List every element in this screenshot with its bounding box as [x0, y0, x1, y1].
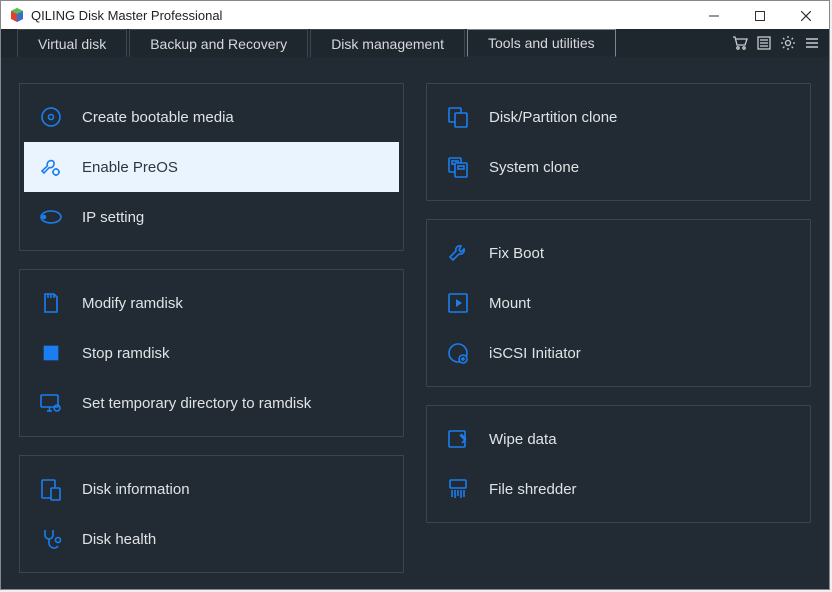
item-iscsi-initiator[interactable]: iSCSI Initiator: [431, 328, 806, 378]
item-set-temp-ramdisk[interactable]: Set temporary directory to ramdisk: [24, 378, 399, 428]
item-wipe-data[interactable]: Wipe data: [431, 414, 806, 464]
item-modify-ramdisk[interactable]: Modify ramdisk: [24, 278, 399, 328]
menu-icon[interactable]: [803, 34, 821, 52]
app-window: QILING Disk Master Professional Virtual …: [0, 0, 830, 590]
tab-virtual-disk[interactable]: Virtual disk: [17, 29, 127, 57]
shredder-icon: [445, 476, 471, 502]
cart-icon[interactable]: [731, 34, 749, 52]
item-label: Disk/Partition clone: [489, 109, 617, 126]
app-title: QILING Disk Master Professional: [31, 8, 222, 23]
item-label: Enable PreOS: [82, 159, 178, 176]
drive-info-icon: [38, 476, 64, 502]
item-enable-preos[interactable]: Enable PreOS: [24, 142, 399, 192]
tab-tools-utilities[interactable]: Tools and utilities: [467, 29, 616, 57]
wrench-icon: [445, 240, 471, 266]
content-area: Create bootable media Enable PreOS IP se…: [1, 57, 829, 589]
item-label: IP setting: [82, 209, 144, 226]
item-file-shredder[interactable]: File shredder: [431, 464, 806, 514]
tab-disk-management[interactable]: Disk management: [310, 29, 465, 57]
item-label: File shredder: [489, 481, 577, 498]
item-label: Mount: [489, 295, 531, 312]
stop-icon: [38, 340, 64, 366]
item-create-bootable-media[interactable]: Create bootable media: [24, 92, 399, 142]
item-label: Stop ramdisk: [82, 345, 170, 362]
app-icon: [9, 7, 25, 23]
titlebar: QILING Disk Master Professional: [1, 1, 829, 29]
stethoscope-icon: [38, 526, 64, 552]
item-ip-setting[interactable]: IP setting: [24, 192, 399, 242]
list-icon[interactable]: [755, 34, 773, 52]
item-disk-partition-clone[interactable]: Disk/Partition clone: [431, 92, 806, 142]
item-system-clone[interactable]: System clone: [431, 142, 806, 192]
item-disk-health[interactable]: Disk health: [24, 514, 399, 564]
item-label: Disk health: [82, 531, 156, 548]
system-clone-icon: [445, 154, 471, 180]
tabbar: Virtual disk Backup and Recovery Disk ma…: [1, 29, 829, 57]
disc-icon: [38, 104, 64, 130]
item-label: System clone: [489, 159, 579, 176]
window-controls: [691, 1, 829, 31]
group-ramdisk: Modify ramdisk Stop ramdisk Set temporar…: [19, 269, 404, 437]
tab-backup-recovery[interactable]: Backup and Recovery: [129, 29, 308, 57]
item-fix-boot[interactable]: Fix Boot: [431, 228, 806, 278]
group-diskinfo: Disk information Disk health: [19, 455, 404, 573]
item-label: Fix Boot: [489, 245, 544, 262]
clone-icon: [445, 104, 471, 130]
item-label: Set temporary directory to ramdisk: [82, 395, 311, 412]
left-column: Create bootable media Enable PreOS IP se…: [19, 83, 404, 573]
item-mount[interactable]: Mount: [431, 278, 806, 328]
minimize-button[interactable]: [691, 1, 737, 31]
item-label: Create bootable media: [82, 109, 234, 126]
group-boot: Create bootable media Enable PreOS IP se…: [19, 83, 404, 251]
item-disk-information[interactable]: Disk information: [24, 464, 399, 514]
item-stop-ramdisk[interactable]: Stop ramdisk: [24, 328, 399, 378]
sdcard-icon: [38, 290, 64, 316]
gear-icon[interactable]: [779, 34, 797, 52]
item-label: Disk information: [82, 481, 190, 498]
right-column: Disk/Partition clone System clone Fix Bo…: [426, 83, 811, 573]
erase-icon: [445, 426, 471, 452]
group-wipe: Wipe data File shredder: [426, 405, 811, 523]
item-label: iSCSI Initiator: [489, 345, 581, 362]
item-label: Modify ramdisk: [82, 295, 183, 312]
toolbar-icons: [731, 29, 829, 57]
maximize-button[interactable]: [737, 1, 783, 31]
network-icon: [38, 204, 64, 230]
wrench-gear-icon: [38, 154, 64, 180]
group-mount: Fix Boot Mount iSCSI Initiator: [426, 219, 811, 387]
monitor-gear-icon: [38, 390, 64, 416]
play-icon: [445, 290, 471, 316]
close-button[interactable]: [783, 1, 829, 31]
item-label: Wipe data: [489, 431, 557, 448]
group-clone: Disk/Partition clone System clone: [426, 83, 811, 201]
globe-icon: [445, 340, 471, 366]
